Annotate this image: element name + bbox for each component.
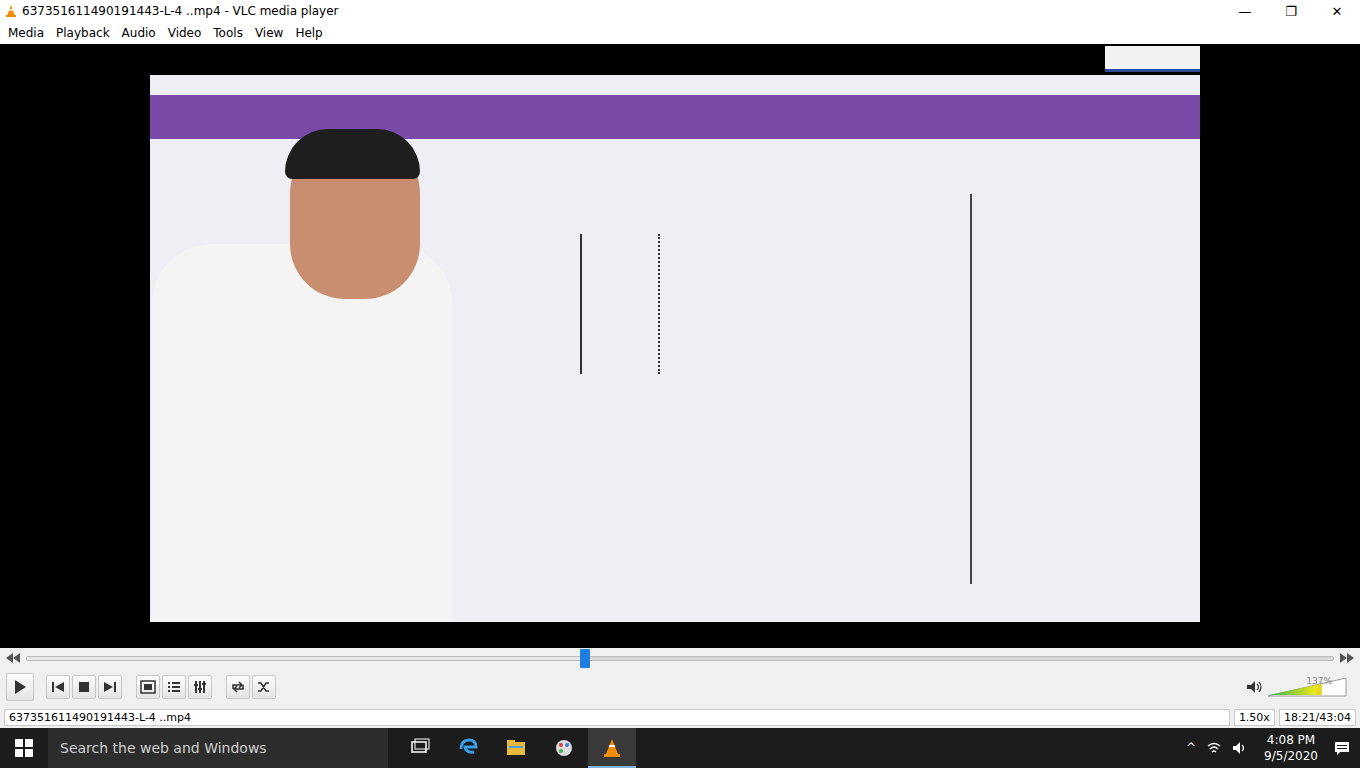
menu-item[interactable]: Help <box>289 26 328 40</box>
windows-logo-icon <box>15 739 33 757</box>
volume-slider[interactable]: 137% <box>1268 677 1348 697</box>
loop-icon <box>230 679 246 695</box>
menu-item[interactable]: View <box>249 26 289 40</box>
minimize-button[interactable]: — <box>1222 0 1268 22</box>
previous-button[interactable] <box>46 675 70 699</box>
title-bar: 637351611490191443-L-4 ..mp4 - VLC media… <box>0 0 1360 22</box>
taskbar-apps <box>396 728 636 768</box>
file-name: 637351611490191443-L-4 ..mp4 <box>4 709 1230 726</box>
menu-item[interactable]: Tools <box>207 26 249 40</box>
system-tray: ^ 4:08 PM9/5/2020 <box>1186 732 1360 764</box>
video-frame <box>0 44 1360 648</box>
next-button[interactable] <box>98 675 122 699</box>
playback-speed[interactable]: 1.50x <box>1234 709 1275 726</box>
previous-icon <box>50 679 66 695</box>
seek-row <box>0 648 1360 668</box>
maximize-button[interactable]: ❐ <box>1268 0 1314 22</box>
shuffle-button[interactable] <box>252 675 276 699</box>
stop-icon <box>76 679 92 695</box>
seek-fill <box>27 657 585 660</box>
explorer-icon <box>505 737 527 759</box>
volume-reading: 137% <box>1306 676 1332 686</box>
volume-control: 137% <box>1246 677 1348 697</box>
taskbar-app[interactable] <box>540 728 588 768</box>
fullscreen-icon <box>140 679 156 695</box>
playlist-button[interactable] <box>162 675 186 699</box>
play-icon <box>12 679 28 695</box>
fullscreen-button[interactable] <box>136 675 160 699</box>
clock-time: 4:08 PM <box>1267 732 1315 748</box>
slower-icon[interactable] <box>6 653 20 663</box>
tray-chevron[interactable]: ^ <box>1186 741 1196 755</box>
playlist-icon <box>166 679 182 695</box>
taskbar-app[interactable] <box>492 728 540 768</box>
shuffle-icon <box>256 679 272 695</box>
start-button[interactable] <box>0 728 48 768</box>
clock-date: 9/5/2020 <box>1264 748 1318 764</box>
next-icon <box>102 679 118 695</box>
vlc-cone-icon <box>4 4 18 18</box>
loop-button[interactable] <box>226 675 250 699</box>
menu-item[interactable]: Audio <box>116 26 162 40</box>
taskbar-app[interactable] <box>588 728 636 768</box>
menu-item[interactable]: Playback <box>50 26 116 40</box>
taskbar-app[interactable] <box>444 728 492 768</box>
volume-icon[interactable] <box>1232 741 1248 755</box>
edge-icon <box>457 737 479 759</box>
wifi-icon[interactable] <box>1206 741 1222 755</box>
taskbar-app[interactable] <box>396 728 444 768</box>
paint-icon <box>553 737 575 759</box>
stop-button[interactable] <box>72 675 96 699</box>
play-button[interactable] <box>6 673 34 701</box>
search-box[interactable]: Search the web and Windows <box>48 728 388 768</box>
seek-bar[interactable] <box>26 656 1334 661</box>
faster-icon[interactable] <box>1340 653 1354 663</box>
menu-item[interactable]: Video <box>162 26 208 40</box>
taskview-icon <box>409 737 431 759</box>
taskbar: Search the web and Windows ^ 4:08 PM9/5/20… <box>0 728 1360 768</box>
status-bar: 637351611490191443-L-4 ..mp41.50x18:21/4… <box>0 706 1360 728</box>
time-display[interactable]: 18:21/43:04 <box>1279 709 1356 726</box>
vlc-icon <box>601 737 623 759</box>
menu-item[interactable]: Media <box>2 26 50 40</box>
clock[interactable]: 4:08 PM9/5/2020 <box>1258 732 1324 764</box>
seek-handle[interactable] <box>580 649 590 668</box>
speaker-icon[interactable] <box>1246 680 1264 694</box>
window-title: 637351611490191443-L-4 ..mp4 - VLC media… <box>18 4 1222 18</box>
controls-row: 137% <box>0 668 1360 706</box>
menu-bar: MediaPlaybackAudioVideoToolsViewHelp <box>0 22 1360 44</box>
search-placeholder: Search the web and Windows <box>60 740 267 756</box>
notification-icon[interactable] <box>1334 740 1350 756</box>
extended-settings-icon <box>192 679 208 695</box>
close-button[interactable]: ✕ <box>1314 0 1360 22</box>
extended-settings-button[interactable] <box>188 675 212 699</box>
